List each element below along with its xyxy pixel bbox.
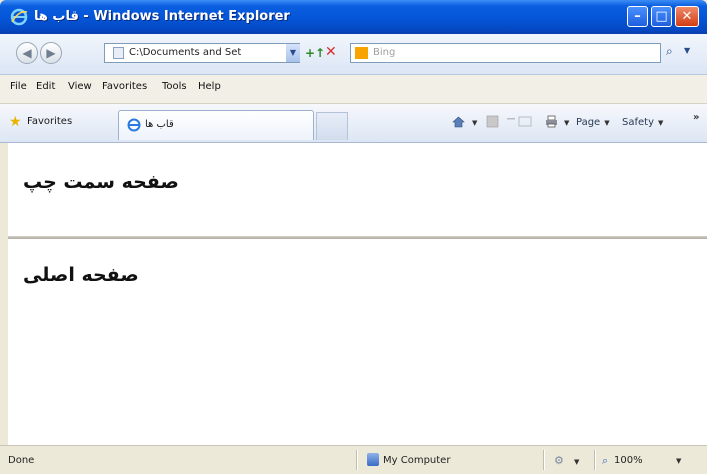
- main-page-heading: صفحه اصلی: [23, 264, 139, 286]
- menu-bar: File Edit View Favorites Tools Help: [0, 75, 707, 104]
- protected-mode-icon[interactable]: ⚙: [554, 454, 564, 467]
- home-dropdown[interactable]: ▼: [468, 117, 477, 128]
- frame-left-page: صفحه سمت چپ: [8, 143, 707, 235]
- search-icon[interactable]: ⌕: [666, 44, 673, 59]
- favorites-bar: ★ Favorites قاب ها ▼ ▼ Page ▼ Safety ▼ »: [0, 104, 707, 143]
- tab-label: قاب ها: [145, 119, 174, 130]
- window-title: قاب ها - Windows Internet Explorer: [34, 9, 290, 24]
- page-icon: [113, 47, 124, 59]
- status-separator: [356, 450, 358, 470]
- back-button[interactable]: ◀: [16, 42, 38, 64]
- ie-page-icon: [127, 118, 141, 132]
- left-page-heading: صفحه سمت چپ: [23, 171, 179, 193]
- security-zone[interactable]: My Computer: [383, 455, 450, 466]
- zoom-level[interactable]: 100%: [614, 455, 643, 466]
- status-separator: [594, 450, 596, 470]
- favorites-button[interactable]: Favorites: [27, 116, 72, 127]
- favorites-star-icon[interactable]: ★: [9, 114, 22, 130]
- search-placeholder: Bing: [373, 47, 396, 58]
- status-separator: [543, 450, 545, 470]
- safety-menu[interactable]: Safety ▼: [622, 117, 663, 128]
- forward-button[interactable]: ▶: [40, 42, 62, 64]
- ie-logo-icon: [10, 8, 28, 26]
- menu-view[interactable]: View: [68, 81, 92, 92]
- status-text: Done: [8, 455, 35, 466]
- zoom-dropdown[interactable]: ▼: [676, 457, 681, 465]
- status-bar: Done My Computer ⚙ ▼ ⌕ 100% ▼: [0, 445, 707, 474]
- frame-main-page: صفحه اصلی: [8, 239, 707, 445]
- search-options-button[interactable]: ▼: [684, 46, 690, 55]
- menu-favorites[interactable]: Favorites: [102, 81, 147, 92]
- menu-tools[interactable]: Tools: [162, 81, 187, 92]
- window-left-border: [0, 143, 8, 445]
- menu-edit[interactable]: Edit: [36, 81, 55, 92]
- safety-menu-label: Safety: [622, 117, 654, 128]
- my-computer-icon: [367, 453, 379, 466]
- zoom-magnifier-icon[interactable]: ⌕: [602, 454, 608, 468]
- print-icon[interactable]: [545, 115, 558, 128]
- address-dropdown-button[interactable]: ▼: [286, 44, 300, 62]
- address-toolbar: ◀ ▶ C:\Documents and Set ▼ +↑ ✕ Bing ⌕ ▼: [0, 34, 707, 75]
- search-input[interactable]: Bing: [350, 43, 661, 63]
- more-commands-chevron-icon[interactable]: »: [693, 112, 699, 123]
- feeds-icon[interactable]: [486, 115, 499, 128]
- page-menu[interactable]: Page ▼: [576, 117, 610, 128]
- page-menu-label: Page: [576, 117, 601, 128]
- address-input[interactable]: C:\Documents and Set ▼: [104, 43, 300, 63]
- menu-help[interactable]: Help: [198, 81, 221, 92]
- menu-file[interactable]: File: [10, 81, 27, 92]
- home-icon[interactable]: [452, 115, 465, 128]
- tab-frames[interactable]: قاب ها: [118, 110, 314, 140]
- refresh-button[interactable]: +↑: [305, 46, 325, 60]
- maximize-button[interactable]: □: [651, 6, 672, 27]
- print-dropdown[interactable]: ▼: [560, 117, 569, 128]
- stop-button[interactable]: ✕: [325, 44, 337, 60]
- search-provider-icon[interactable]: [355, 47, 368, 59]
- ie-window: قاب ها - Windows Internet Explorer – □ ✕…: [0, 0, 707, 474]
- read-mail-icon[interactable]: [506, 115, 534, 128]
- close-button[interactable]: ✕: [675, 6, 699, 27]
- protected-mode-dropdown[interactable]: ▼: [570, 456, 579, 467]
- new-tab-button[interactable]: [316, 112, 348, 140]
- minimize-button[interactable]: –: [627, 6, 648, 27]
- title-bar[interactable]: قاب ها - Windows Internet Explorer – □ ✕: [0, 0, 707, 34]
- address-url: C:\Documents and Set: [129, 47, 242, 58]
